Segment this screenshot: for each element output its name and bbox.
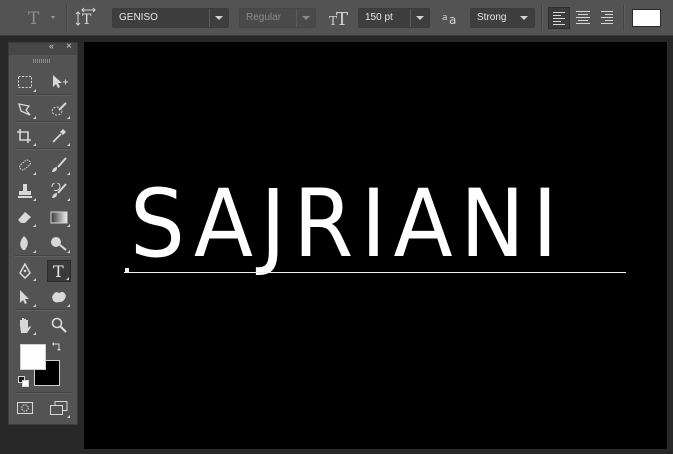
move-icon[interactable] bbox=[47, 71, 71, 93]
quick-mask-icon[interactable] bbox=[13, 397, 37, 419]
history-brush-icon[interactable] bbox=[47, 180, 71, 202]
svg-text:a: a bbox=[449, 13, 456, 27]
clone-stamp-icon[interactable] bbox=[13, 180, 37, 202]
text-anchor-point bbox=[125, 268, 129, 272]
healing-brush-icon[interactable] bbox=[13, 154, 37, 176]
brush-icon[interactable] bbox=[47, 154, 71, 176]
eyedropper-icon[interactable] bbox=[47, 125, 71, 147]
align-right-button[interactable] bbox=[596, 7, 618, 29]
blur-icon[interactable] bbox=[13, 232, 37, 254]
document-canvas[interactable]: SAJRIANI bbox=[84, 42, 667, 449]
font-family-dropdown[interactable]: GENISO bbox=[112, 8, 229, 28]
options-bar: T T GENISO Regular T T 150 pt a a Strong bbox=[0, 0, 673, 36]
default-colors-icon[interactable] bbox=[18, 376, 30, 388]
custom-shape-icon[interactable] bbox=[47, 286, 71, 308]
rectangular-marquee-icon[interactable] bbox=[13, 71, 37, 93]
foreground-color-swatch[interactable] bbox=[20, 344, 46, 370]
screen-mode-icon[interactable] bbox=[47, 397, 71, 419]
svg-text:T: T bbox=[28, 9, 40, 29]
swap-colors-icon[interactable] bbox=[51, 341, 63, 353]
crop-icon[interactable] bbox=[13, 125, 37, 147]
separator bbox=[623, 5, 625, 31]
separator bbox=[541, 5, 543, 31]
font-style-value: Regular bbox=[246, 12, 282, 23]
type-icon[interactable]: T bbox=[47, 260, 71, 282]
font-size-value: 150 pt bbox=[365, 12, 393, 23]
gradient-icon[interactable] bbox=[47, 206, 71, 228]
svg-text:T: T bbox=[53, 262, 64, 280]
text-color-swatch[interactable] bbox=[632, 9, 661, 27]
tools-panel: « × T bbox=[8, 41, 78, 425]
font-family-value: GENISO bbox=[119, 12, 158, 23]
canvas-text-layer[interactable]: SAJRIANI bbox=[130, 178, 590, 278]
panel-grip[interactable] bbox=[33, 59, 51, 63]
svg-text:a: a bbox=[442, 13, 448, 23]
zoom-icon[interactable] bbox=[47, 314, 71, 336]
align-left-button[interactable] bbox=[548, 7, 570, 29]
svg-text:T: T bbox=[336, 9, 348, 30]
type-tool-icon[interactable]: T bbox=[22, 7, 60, 29]
eraser-icon[interactable] bbox=[13, 206, 37, 228]
collapse-icon[interactable]: « bbox=[49, 41, 54, 51]
svg-text:T: T bbox=[82, 12, 92, 28]
chevron-down-icon[interactable] bbox=[209, 9, 228, 27]
hand-icon[interactable] bbox=[13, 314, 37, 336]
chevron-down-icon[interactable] bbox=[296, 9, 315, 27]
lasso-icon[interactable] bbox=[13, 98, 37, 120]
pen-icon[interactable] bbox=[13, 260, 37, 282]
anti-alias-dropdown[interactable]: Strong bbox=[470, 8, 535, 28]
close-icon[interactable]: × bbox=[66, 41, 72, 52]
text-orientation-icon[interactable]: T bbox=[74, 6, 100, 30]
font-style-dropdown[interactable]: Regular bbox=[239, 8, 316, 28]
font-size-dropdown[interactable]: 150 pt bbox=[358, 8, 430, 28]
path-selection-icon[interactable] bbox=[13, 286, 37, 308]
align-center-button[interactable] bbox=[572, 7, 594, 29]
separator bbox=[66, 5, 68, 31]
anti-alias-value: Strong bbox=[477, 12, 507, 23]
chevron-down-icon[interactable] bbox=[410, 9, 429, 27]
font-size-icon: T T bbox=[328, 6, 352, 30]
dodge-icon[interactable] bbox=[47, 232, 71, 254]
updown-arrows-icon[interactable] bbox=[515, 9, 534, 27]
panel-header: « × bbox=[9, 41, 77, 55]
quick-selection-icon[interactable] bbox=[47, 98, 71, 120]
anti-alias-icon: a a bbox=[440, 7, 462, 29]
text-baseline bbox=[124, 272, 626, 273]
